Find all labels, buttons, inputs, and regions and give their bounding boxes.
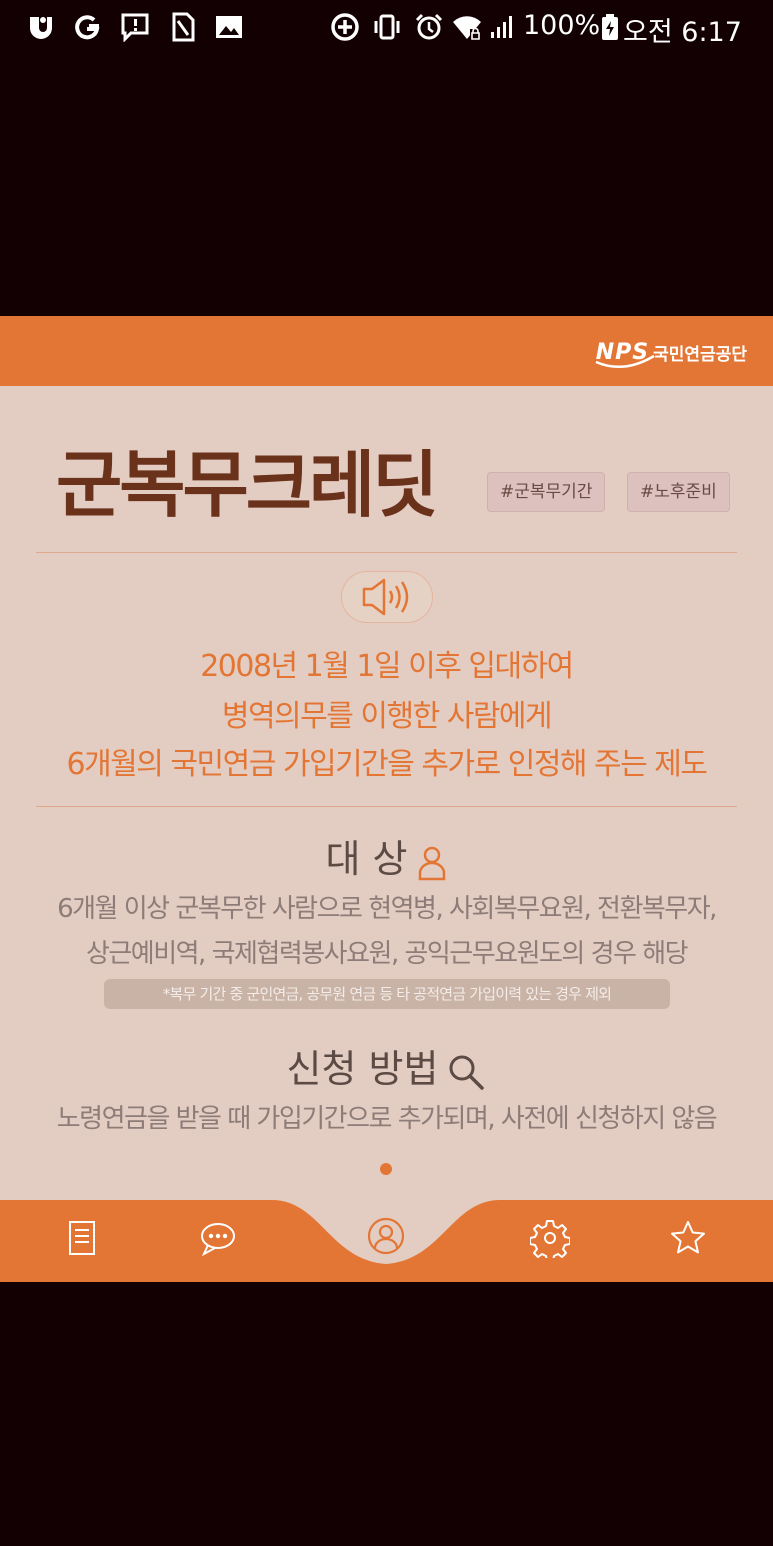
wifi-icon <box>453 16 481 40</box>
chat-bubble-icon <box>121 13 149 42</box>
target-line: 6개월 이상 군복무한 사람으로 현역병, 사회복무요원, 전환복무자, <box>57 894 717 924</box>
clock: 오전 6:17 <box>623 17 742 48</box>
page-title: 군복무크레딧 <box>56 443 438 527</box>
screen: 100% 오전 6:17 NPS 국민연금공단 군복무크레딧 #군복무기간 #노… <box>0 0 773 1546</box>
gear-icon[interactable] <box>530 1218 570 1258</box>
exclusion-note: *복무 기간 중 군인연금, 공무원 연금 등 타 공적연금 가입이력 있는 경… <box>104 979 670 1009</box>
nps-swoosh-icon <box>595 354 655 369</box>
signal-icon <box>491 16 512 38</box>
status-bar: 100% 오전 6:17 <box>0 0 773 56</box>
sim-card-icon <box>172 12 195 42</box>
u-plus-icon <box>30 17 52 39</box>
speaker-icon <box>362 578 409 616</box>
bottom-nav <box>0 1200 773 1282</box>
target-line: 상근예비역, 국제협력봉사요원, 공익근무요원도의 경우 해당 <box>85 939 689 969</box>
document-icon[interactable] <box>62 1218 102 1258</box>
nps-logo-name: 국민연금공단 <box>653 344 747 365</box>
divider-top <box>36 552 737 553</box>
nps-logo: NPS 국민연금공단 <box>595 334 747 370</box>
intro-line: 병역의무를 이행한 사람에게 <box>221 699 553 734</box>
battery-icon <box>602 14 618 40</box>
profile-icon[interactable] <box>366 1216 406 1256</box>
chat-icon[interactable] <box>198 1218 238 1258</box>
info-card: NPS 국민연금공단 군복무크레딧 #군복무기간 #노후준비 2008년 1월 … <box>0 316 773 1282</box>
apply-heading: 신청 방법 <box>0 1038 773 1093</box>
speaker-badge <box>341 571 433 623</box>
magnifier-icon <box>449 1055 485 1090</box>
g-sync-icon <box>75 15 100 40</box>
image-icon <box>216 16 242 38</box>
battery-percent: 100% <box>523 10 601 41</box>
divider-middle <box>36 806 737 807</box>
apply-line: 노령연금을 받을 때 가입기간으로 추가되며, 사전에 신청하지 않음 <box>56 1104 718 1134</box>
target-heading-label: 대 상 <box>325 837 408 881</box>
star-icon[interactable] <box>668 1218 708 1258</box>
intro-line: 2008년 1월 1일 이후 입대하여 <box>200 649 574 684</box>
tag-retirement-prep[interactable]: #노후준비 <box>627 472 730 512</box>
card-header: NPS 국민연금공단 <box>0 316 773 386</box>
page-indicator-dot <box>380 1163 392 1175</box>
tag-military-period[interactable]: #군복무기간 <box>487 472 606 512</box>
alarm-icon <box>415 13 443 40</box>
vibrate-icon <box>374 14 400 40</box>
target-heading: 대 상 <box>0 828 773 883</box>
person-icon <box>418 846 445 880</box>
data-saver-icon <box>331 13 359 41</box>
apply-heading-label: 신청 방법 <box>286 1047 439 1091</box>
intro-line: 6개월의 국민연금 가입기간을 추가로 인정해 주는 제도 <box>66 747 708 782</box>
